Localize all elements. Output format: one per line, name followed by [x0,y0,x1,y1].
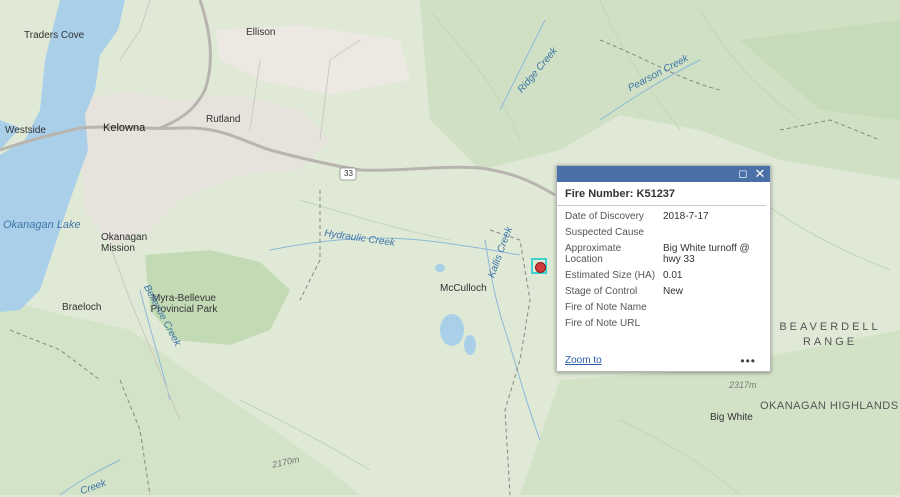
place-okanagan-lake: Okanagan Lake [3,219,81,231]
table-row: Stage of Control New [565,284,768,300]
field-key: Suspected Cause [565,227,644,238]
place-traders-cove: Traders Cove [24,30,85,41]
more-options-icon[interactable]: ••• [740,354,756,368]
place-westside: Westside [5,125,46,136]
place-ellison: Ellison [246,27,276,38]
table-row: Approximate Location Big White turnoff @ … [565,241,768,268]
field-value [663,316,768,332]
elevation-2317: 2317m [729,380,757,390]
place-mcculloch: McCulloch [440,283,487,294]
place-rutland: Rutland [206,114,241,125]
field-key: Date of Discovery [565,211,644,222]
field-key: Approximate Location [565,243,622,265]
field-value: 0.01 [663,270,683,281]
map-canvas[interactable]: 33 Traders Cove Ellison Westside Kelowna… [0,0,900,497]
highway-33-shield-label: 33 [344,169,353,178]
field-value: 2018-7-17 [663,211,709,222]
field-key: Fire of Note URL [565,318,641,329]
fire-info-popup: ◻ ✕ Fire Number: K51237 Date of Discover… [556,165,771,372]
popup-title-bar: ◻ ✕ [557,166,770,182]
fire-marker-dot [535,262,546,273]
place-beaverdell-range: BEAVERDELL RANGE [779,321,881,348]
table-row: Fire of Note Name [565,300,768,316]
maximize-icon[interactable]: ◻ [736,167,750,181]
field-key: Estimated Size (HA) [565,270,656,281]
place-braeloch: Braeloch [62,302,102,313]
field-key: Fire of Note Name [565,302,647,313]
field-value [663,300,768,316]
field-value: New [663,286,684,297]
zoom-to-link[interactable]: Zoom to [565,355,602,366]
field-value: Big White turnoff @ hwy 33 [663,243,750,265]
place-big-white: Big White [710,412,753,423]
table-row: Fire of Note URL [565,316,768,332]
field-key: Stage of Control [565,286,638,297]
table-row: Estimated Size (HA) 0.01 [565,268,768,284]
table-row: Date of Discovery 2018-7-17 [565,209,768,225]
close-icon[interactable]: ✕ [753,167,767,181]
place-okanagan-mission: Okanagan Mission [101,232,148,254]
table-row: Suspected Cause [565,225,768,241]
fire-marker[interactable] [531,258,547,274]
popup-title: Fire Number: K51237 [557,182,766,206]
place-kelowna: Kelowna [103,122,146,134]
place-okanagan-highlands: OKANAGAN HIGHLANDS [760,400,899,412]
field-value [663,225,768,241]
popup-attribute-table: Date of Discovery 2018-7-17 Suspected Cau… [565,209,768,332]
